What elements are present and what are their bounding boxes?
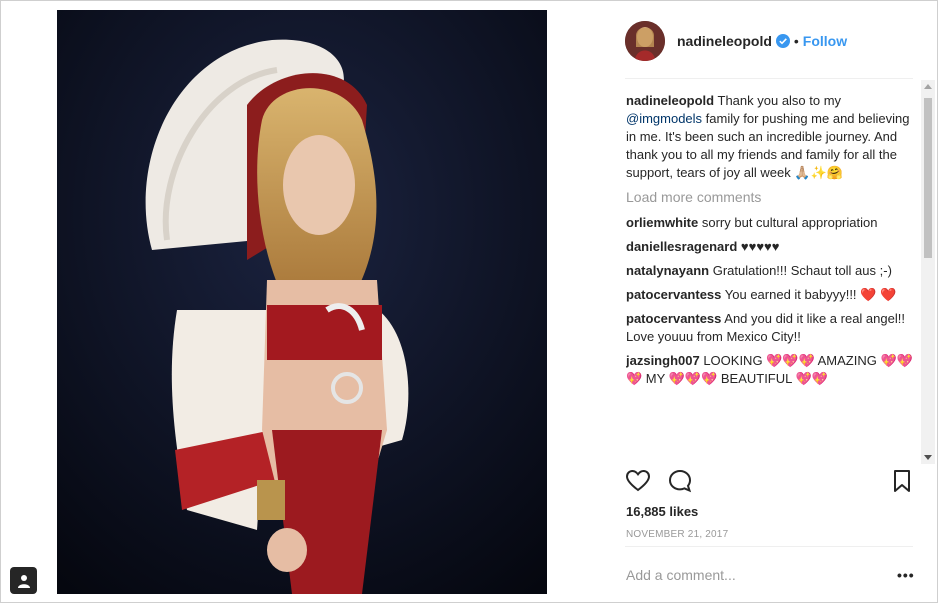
scroll-up-arrow-icon[interactable] [924, 84, 932, 89]
scrollbar-thumb[interactable] [924, 98, 932, 258]
user-tag-icon [17, 574, 30, 588]
post-dialog: nadineleopold • Follow nadineleopold Tha… [0, 0, 938, 603]
comment-item: patocervantess And you did it like a rea… [626, 310, 916, 346]
post-date[interactable]: NOVEMBER 21, 2017 [626, 529, 728, 540]
load-more-comments-button[interactable]: Load more comments [626, 188, 916, 206]
comment-username[interactable]: patocervantess [626, 287, 721, 302]
separator-dot: • [793, 33, 799, 49]
comment-text: Gratulation!!! Schaut toll aus ;-) [709, 263, 892, 278]
post-sidebar: nadineleopold • Follow nadineleopold Tha… [613, 10, 935, 595]
comment-username[interactable]: orliemwhite [626, 215, 698, 230]
scroll-down-arrow-icon[interactable] [924, 455, 932, 460]
divider [625, 546, 913, 547]
tag-button[interactable] [10, 567, 37, 594]
comments-list[interactable]: nadineleopold Thank you also to my @imgm… [626, 92, 916, 462]
caption-text-before: Thank you also to my [714, 93, 842, 108]
avatar-image [625, 21, 665, 61]
verified-badge-icon [775, 34, 790, 48]
comment-text: ♥♥♥♥♥ [737, 239, 780, 254]
post-actions [625, 468, 915, 496]
comment-item: jazsingh007 LOOKING 💖💖💖 AMAZING 💖💖💖 MY 💖… [626, 352, 916, 388]
comments-scrollbar[interactable] [921, 80, 935, 464]
comment-item: daniellesragenard ♥♥♥♥♥ [626, 238, 916, 256]
comment-username[interactable]: daniellesragenard [626, 239, 737, 254]
runway-photo-image [57, 10, 547, 594]
caption-username[interactable]: nadineleopold [626, 93, 714, 108]
comment-icon[interactable] [667, 468, 693, 494]
comment-text: You earned it babyyy!!! ❤️ ❤️ [721, 287, 897, 302]
comment-username[interactable]: natalynayann [626, 263, 709, 278]
post-photo[interactable] [57, 10, 547, 594]
comment-item: natalynayann Gratulation!!! Schaut toll … [626, 262, 916, 280]
follow-button[interactable]: Follow [803, 33, 847, 49]
heart-icon[interactable] [625, 468, 651, 494]
post-header: nadineleopold • Follow [625, 19, 915, 63]
comment-item: patocervantess You earned it babyyy!!! ❤… [626, 286, 916, 304]
comment-username[interactable]: jazsingh007 [626, 353, 700, 368]
post-username[interactable]: nadineleopold [677, 33, 772, 49]
comment-username[interactable]: patocervantess [626, 311, 721, 326]
mention-link[interactable]: @imgmodels [626, 111, 702, 126]
add-comment-input[interactable] [626, 565, 876, 585]
comment-text: sorry but cultural appropriation [698, 215, 878, 230]
bookmark-icon[interactable] [889, 468, 915, 494]
avatar[interactable] [625, 21, 665, 61]
caption: nadineleopold Thank you also to my @imgm… [626, 92, 916, 182]
divider [625, 78, 913, 79]
comment-item: orliemwhite sorry but cultural appropria… [626, 214, 916, 232]
more-options-button[interactable]: ••• [897, 567, 915, 583]
likes-count[interactable]: 16,885 likes [626, 504, 698, 519]
